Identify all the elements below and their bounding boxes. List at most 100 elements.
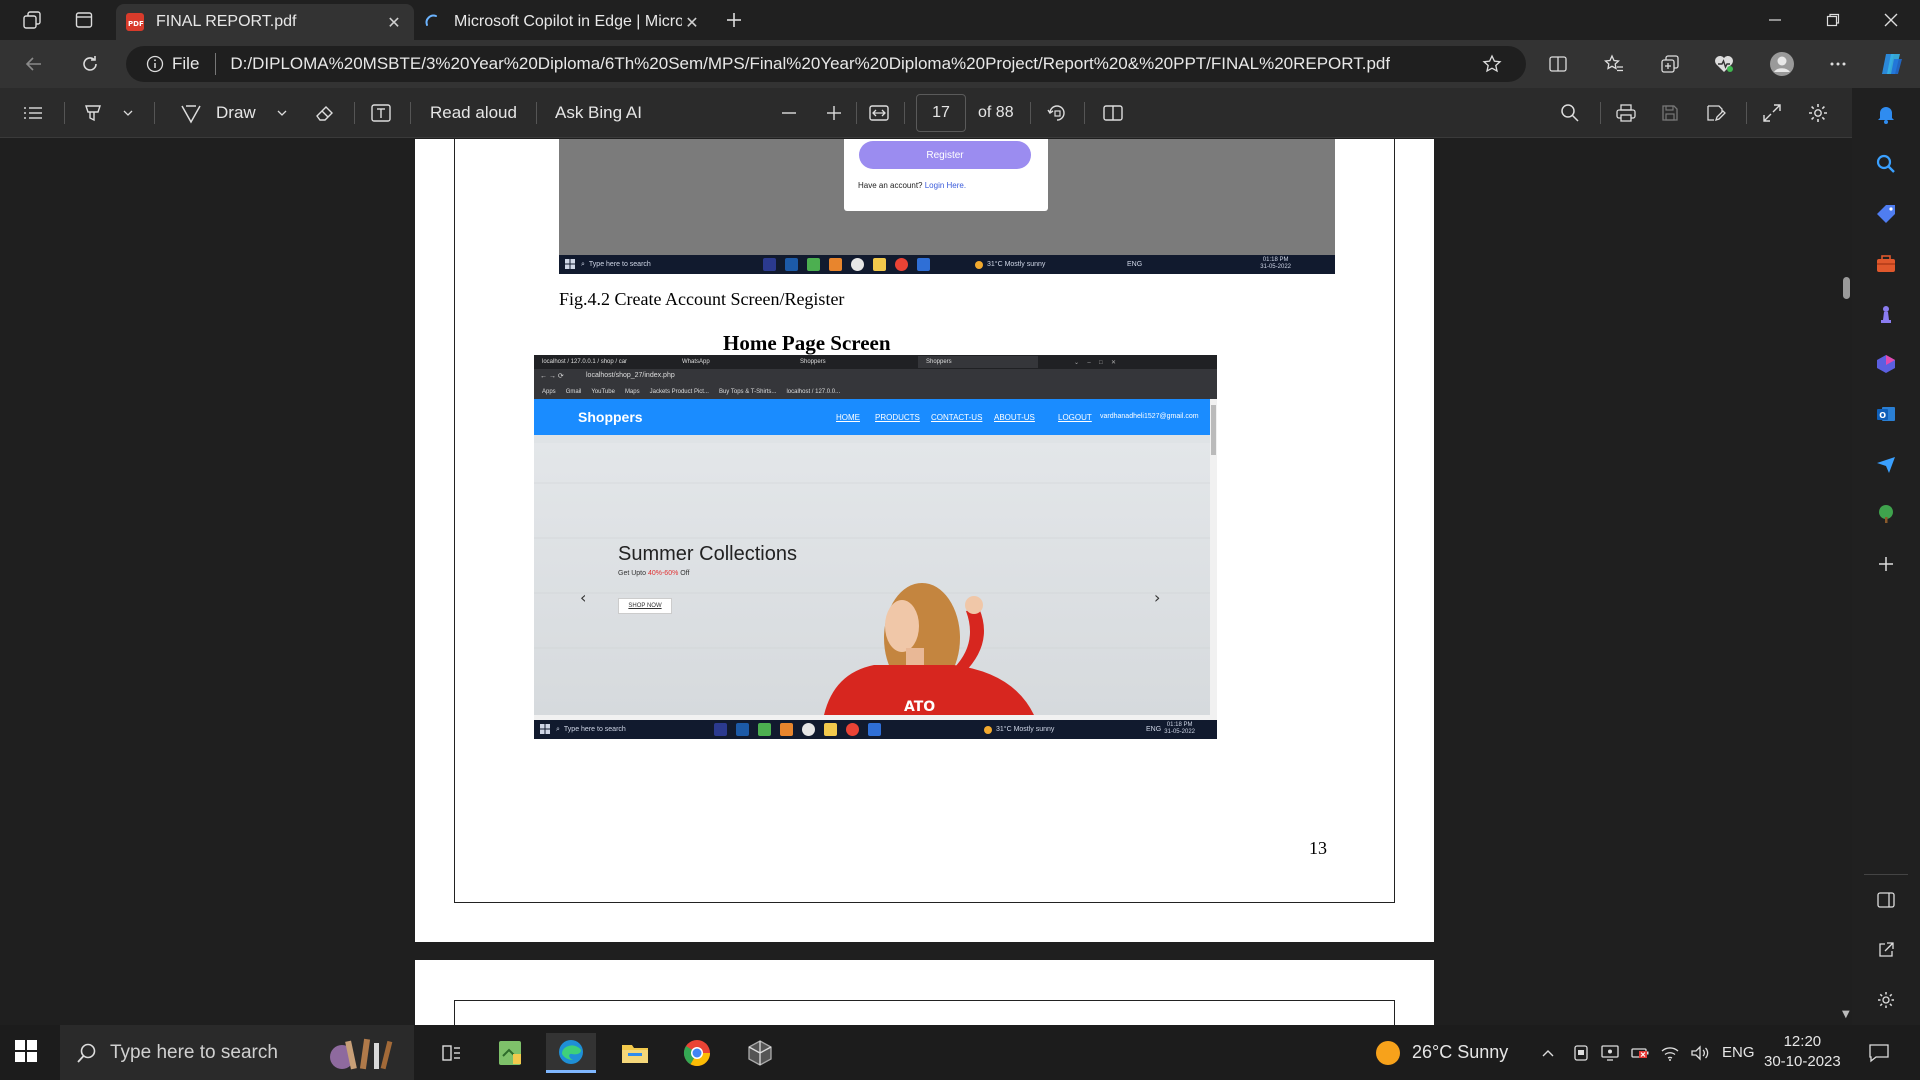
photoshop-icon — [785, 258, 798, 271]
zoom-in-icon[interactable] — [825, 88, 843, 138]
highlight-options-chevron-icon[interactable] — [122, 88, 134, 138]
more-options-icon[interactable] — [1820, 48, 1856, 80]
tab-final-report[interactable]: PDF FINAL REPORT.pdf ✕ — [116, 4, 414, 40]
windows-logo-icon — [565, 259, 575, 269]
split-screen-icon[interactable] — [1540, 48, 1576, 80]
highlight-icon[interactable] — [82, 88, 104, 138]
read-aloud-button[interactable]: Read aloud — [430, 88, 517, 138]
taskbar-weather[interactable]: 26°C Sunny — [1376, 1025, 1508, 1080]
shopping-tag-icon[interactable] — [1874, 202, 1898, 226]
draw-options-chevron-icon[interactable] — [276, 88, 288, 138]
games-chess-icon[interactable] — [1874, 302, 1898, 326]
pdf-viewer[interactable]: Register Have an account? Login Here. ⌕ … — [0, 139, 1852, 1025]
page-view-icon[interactable] — [1102, 88, 1124, 138]
print-icon[interactable] — [1615, 88, 1637, 138]
add-text-icon[interactable] — [370, 88, 392, 138]
tray-display-icon[interactable] — [1600, 1025, 1620, 1080]
address-bar[interactable]: File D:/DIPLOMA%20MSBTE/3%20Year%20Diplo… — [126, 46, 1526, 82]
scroll-down-arrow-icon[interactable]: ▼ — [1842, 1009, 1850, 1020]
taskbar-app-edge[interactable] — [546, 1033, 596, 1073]
sidebar-settings-icon[interactable] — [1874, 988, 1898, 1012]
copilot-icon[interactable] — [1874, 48, 1910, 80]
tab-title: FINAL REPORT.pdf — [156, 13, 297, 30]
ask-bing-ai-button[interactable]: Ask Bing AI — [555, 88, 642, 138]
search-icon[interactable] — [1874, 152, 1898, 176]
hide-sidebar-icon[interactable] — [1874, 888, 1898, 912]
taskbar-search-box[interactable]: Type here to search — [60, 1025, 414, 1080]
favorite-star-icon[interactable] — [1474, 48, 1510, 80]
show-hidden-icons-chevron-icon[interactable] — [1540, 1025, 1556, 1080]
search-icon — [76, 1042, 98, 1064]
workspaces-icon[interactable] — [16, 6, 48, 34]
contents-list-icon[interactable] — [22, 88, 44, 138]
viewer-scrollbar[interactable]: ▲ ▼ — [1840, 139, 1852, 1025]
pdf-settings-icon[interactable] — [1807, 88, 1829, 138]
taskbar-app-unity[interactable] — [735, 1033, 785, 1073]
toolbar-divider — [410, 102, 411, 124]
collections-icon[interactable] — [1652, 48, 1688, 80]
taskbar-clock[interactable]: 12:20 30-10-2023 — [1764, 1032, 1841, 1072]
page-number-input[interactable]: 17 — [916, 94, 966, 132]
chrome-icon — [846, 723, 859, 736]
outlook-icon[interactable]: O — [1874, 402, 1898, 426]
minimize-icon[interactable] — [1746, 0, 1804, 40]
tab-close-icon[interactable]: ✕ — [682, 13, 702, 32]
back-icon[interactable] — [16, 48, 52, 80]
screenshot-clock: 01:18 PM 31-05-2022 — [1260, 257, 1291, 271]
fit-to-width-icon[interactable] — [868, 88, 890, 138]
toolbar-divider — [64, 102, 65, 124]
loading-spinner-icon — [424, 13, 442, 31]
carousel-prev-arrow-icon: ‹ — [580, 588, 587, 607]
draw-button[interactable]: Draw — [180, 88, 256, 138]
task-view-icon[interactable] — [426, 1033, 476, 1073]
tray-app-icon[interactable] — [1572, 1025, 1590, 1080]
screenshot-weather-text: 31°C Mostly sunny — [987, 261, 1046, 268]
start-button[interactable] — [14, 1039, 38, 1063]
favorites-icon[interactable] — [1596, 48, 1632, 80]
url-text[interactable]: D:/DIPLOMA%20MSBTE/3%20Year%20Diploma/6T… — [230, 54, 1390, 74]
tab-actions-icon[interactable] — [68, 6, 100, 34]
fullscreen-icon[interactable] — [1762, 88, 1782, 138]
zoom-out-icon[interactable] — [780, 88, 798, 138]
close-window-icon[interactable] — [1862, 0, 1920, 40]
hero-woman-image: ATO — [534, 482, 1210, 715]
bookmark: Apps — [542, 389, 556, 395]
battery-icon[interactable] — [1630, 1025, 1650, 1080]
add-sidebar-app-icon[interactable] — [1874, 552, 1898, 576]
screenshot-tab: Shoppers — [800, 359, 826, 365]
drop-send-icon[interactable] — [1874, 452, 1898, 476]
save-as-icon[interactable] — [1705, 88, 1727, 138]
microsoft-365-icon[interactable] — [1874, 352, 1898, 376]
volume-icon[interactable] — [1690, 1025, 1710, 1080]
screenshot-date: 31-05-2022 — [1164, 729, 1195, 735]
wifi-icon[interactable] — [1660, 1025, 1680, 1080]
screenshot-search-text: Type here to search — [588, 261, 651, 268]
svg-text:O: O — [1879, 411, 1886, 420]
notifications-bell-icon[interactable] — [1874, 102, 1898, 126]
screenshot-url: localhost/shop_27/index.php — [586, 372, 675, 379]
tab-copilot[interactable]: Microsoft Copilot in Edge | Microsoft ✕ — [414, 4, 712, 40]
eraser-icon[interactable] — [314, 88, 336, 138]
external-open-icon[interactable] — [1874, 938, 1898, 962]
screenshot-time: 01:18 PM — [1262, 257, 1289, 263]
restore-icon[interactable] — [1804, 0, 1862, 40]
profile-avatar[interactable] — [1764, 48, 1800, 80]
taskbar-app-file-explorer[interactable] — [610, 1033, 660, 1073]
notifications-icon[interactable] — [1868, 1025, 1890, 1080]
hero-title: Summer Collections — [618, 543, 797, 565]
save-icon[interactable] — [1660, 88, 1680, 138]
refresh-icon[interactable] — [72, 48, 108, 80]
viewer-scrollbar-thumb[interactable] — [1843, 277, 1850, 299]
screenshot-window-controls: ⌄ – □ ✕ — [1074, 359, 1117, 366]
site-info-icon[interactable] — [146, 55, 164, 73]
taskbar-app-notepad-plus[interactable] — [485, 1033, 535, 1073]
browser-essentials-icon[interactable] — [1706, 48, 1742, 80]
search-in-document-icon[interactable] — [1560, 88, 1580, 138]
tree-extension-icon[interactable] — [1874, 502, 1898, 526]
taskbar-app-chrome[interactable] — [672, 1033, 722, 1073]
tools-briefcase-icon[interactable] — [1874, 252, 1898, 276]
rotate-icon[interactable] — [1046, 88, 1068, 138]
new-tab-icon[interactable] — [718, 6, 750, 34]
input-language[interactable]: ENG — [1722, 1025, 1755, 1080]
tab-close-icon[interactable]: ✕ — [384, 13, 404, 32]
